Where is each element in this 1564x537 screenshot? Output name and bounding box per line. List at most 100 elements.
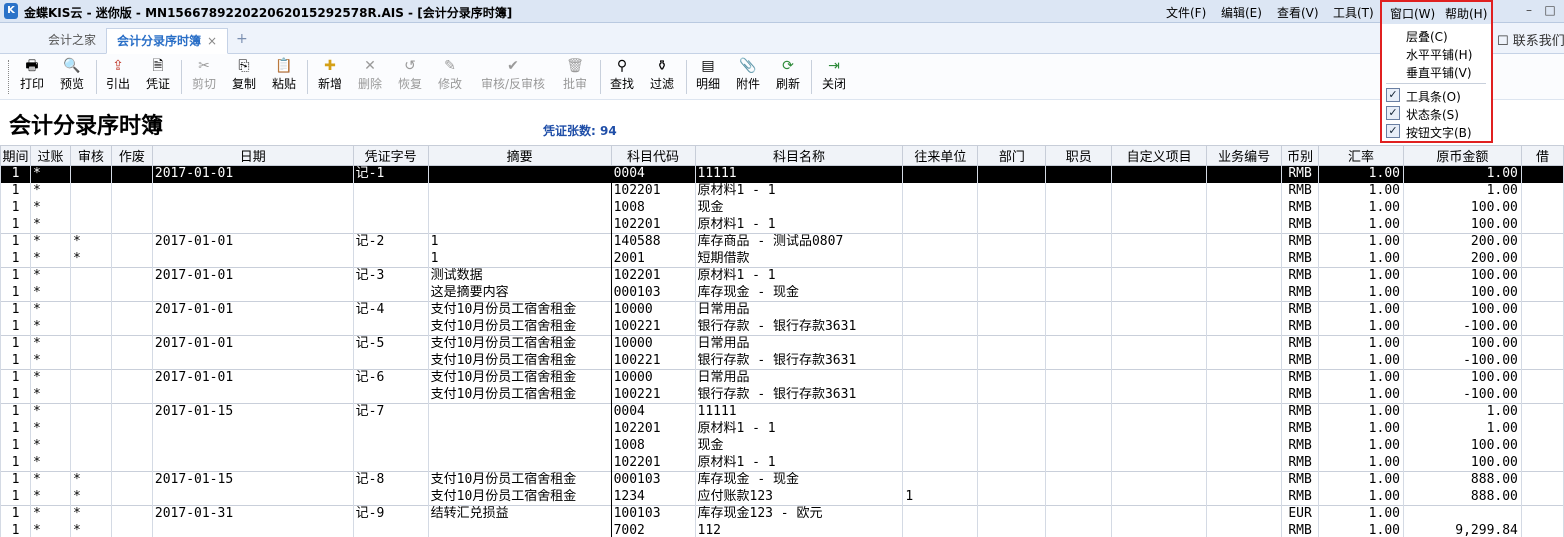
edit-button[interactable]: ✎ 修改 xyxy=(434,56,466,96)
table-cell[interactable]: 1.00 xyxy=(1318,403,1404,421)
table-cell[interactable]: * xyxy=(29,216,71,234)
table-cell[interactable] xyxy=(902,267,979,285)
col-header[interactable]: 自定义项目 xyxy=(1111,145,1208,166)
table-row[interactable]: 1 * 支付10月份员工宿舍租金 100221 银行存款 - 银行存款3631 RMB 1.… xyxy=(0,386,1564,404)
table-row[interactable]: 1 * 102201 原材料1 - 1 RMB 1.00 1.00 xyxy=(0,420,1564,438)
table-cell[interactable] xyxy=(1045,267,1113,285)
table-cell[interactable] xyxy=(1206,386,1283,404)
table-cell[interactable]: * xyxy=(29,182,71,200)
col-header[interactable]: 借 xyxy=(1520,145,1564,166)
table-cell[interactable]: RMB xyxy=(1281,318,1320,336)
table-cell[interactable]: 支付10月份员工宿舍租金 xyxy=(427,335,612,353)
table-cell[interactable] xyxy=(977,352,1047,370)
table-cell[interactable] xyxy=(1111,335,1208,353)
table-row[interactable]: 1 * * 2017-01-15 记-8 支付10月份员工宿舍租金 000103 库存现金 -… xyxy=(0,471,1564,489)
table-row[interactable]: 1 * 2017-01-01 记-4 支付10月份员工宿舍租金 10000 日常用品 RMB 1… xyxy=(0,301,1564,319)
table-cell[interactable] xyxy=(352,284,429,302)
table-cell[interactable]: RMB xyxy=(1281,403,1320,421)
table-cell[interactable] xyxy=(69,369,112,387)
table-cell[interactable] xyxy=(352,216,429,234)
table-cell[interactable] xyxy=(1520,522,1564,537)
table-cell[interactable] xyxy=(1111,216,1208,234)
table-cell[interactable]: * xyxy=(29,488,71,506)
table-cell[interactable] xyxy=(352,522,429,537)
table-cell[interactable]: 1.00 xyxy=(1318,335,1404,353)
table-cell[interactable] xyxy=(69,199,112,217)
table-cell[interactable] xyxy=(110,403,153,421)
table-cell[interactable] xyxy=(69,165,112,183)
table-cell[interactable]: 0004 xyxy=(610,403,696,421)
table-cell[interactable]: 7002 xyxy=(610,522,696,537)
paste-button[interactable]: 📋 粘贴 xyxy=(268,56,300,96)
table-cell[interactable]: * xyxy=(29,471,71,489)
table-cell[interactable] xyxy=(110,250,153,268)
table-cell[interactable] xyxy=(427,454,612,472)
col-header[interactable]: 原币金额 xyxy=(1402,145,1522,166)
table-cell[interactable]: 银行存款 - 银行存款3631 xyxy=(694,318,904,336)
table-cell[interactable]: 1 xyxy=(0,403,31,421)
table-cell[interactable]: 10000 xyxy=(610,301,696,319)
table-cell[interactable] xyxy=(1111,369,1208,387)
table-cell[interactable] xyxy=(902,522,979,537)
table-cell[interactable]: RMB xyxy=(1281,233,1320,251)
table-cell[interactable] xyxy=(352,318,429,336)
table-cell[interactable]: 1 xyxy=(902,488,979,506)
table-row[interactable]: 1 * 支付10月份员工宿舍租金 100221 银行存款 - 银行存款3631 RMB 1.… xyxy=(0,352,1564,370)
table-cell[interactable]: 1.00 xyxy=(1318,318,1404,336)
table-cell[interactable]: 1.00 xyxy=(1318,182,1404,200)
table-cell[interactable] xyxy=(1111,352,1208,370)
table-cell[interactable]: * xyxy=(29,505,71,523)
table-cell[interactable]: * xyxy=(29,301,71,319)
table-cell[interactable] xyxy=(1045,250,1113,268)
table-cell[interactable] xyxy=(151,284,354,302)
table-cell[interactable] xyxy=(110,233,153,251)
table-cell[interactable]: 2017-01-01 xyxy=(151,301,354,319)
table-cell[interactable]: * xyxy=(69,488,112,506)
copy-button[interactable]: ⎘ 复制 xyxy=(228,56,260,96)
table-cell[interactable]: * xyxy=(29,454,71,472)
table-cell[interactable]: RMB xyxy=(1281,267,1320,285)
menu-edit[interactable]: 编辑(E) xyxy=(1221,4,1262,21)
table-cell[interactable] xyxy=(352,182,429,200)
table-cell[interactable] xyxy=(1520,267,1564,285)
table-cell[interactable] xyxy=(977,301,1047,319)
table-row[interactable]: 1 * * 7002 112 RMB 1.00 9,299.84 xyxy=(0,522,1564,537)
table-cell[interactable] xyxy=(902,454,979,472)
table-cell[interactable]: 1 xyxy=(0,199,31,217)
table-cell[interactable] xyxy=(69,182,112,200)
table-cell[interactable] xyxy=(352,250,429,268)
table-cell[interactable] xyxy=(1520,335,1564,353)
table-cell[interactable]: 1.00 xyxy=(1402,403,1522,421)
table-cell[interactable] xyxy=(1520,284,1564,302)
table-cell[interactable]: * xyxy=(29,199,71,217)
table-cell[interactable] xyxy=(1045,522,1113,537)
table-cell[interactable] xyxy=(427,199,612,217)
table-cell[interactable]: 100.00 xyxy=(1402,284,1522,302)
table-cell[interactable] xyxy=(1206,471,1283,489)
table-cell[interactable]: 200.00 xyxy=(1402,233,1522,251)
table-cell[interactable] xyxy=(1206,488,1283,506)
table-row[interactable]: 1 * 1008 现金 RMB 1.00 100.00 xyxy=(0,437,1564,455)
table-cell[interactable]: 1.00 xyxy=(1318,437,1404,455)
table-cell[interactable] xyxy=(69,454,112,472)
table-cell[interactable] xyxy=(1206,420,1283,438)
batch-approve-button[interactable]: 🗑 批审 xyxy=(558,56,592,96)
table-cell[interactable]: RMB xyxy=(1281,284,1320,302)
table-cell[interactable] xyxy=(902,386,979,404)
voucher-button[interactable]: 🗎 凭证 xyxy=(142,56,174,96)
table-cell[interactable] xyxy=(69,284,112,302)
table-cell[interactable] xyxy=(110,318,153,336)
table-cell[interactable] xyxy=(1045,284,1113,302)
col-header[interactable]: 往来单位 xyxy=(902,145,979,166)
table-cell[interactable] xyxy=(1520,352,1564,370)
table-cell[interactable]: 100221 xyxy=(610,352,696,370)
table-cell[interactable] xyxy=(1045,505,1113,523)
table-cell[interactable]: 1.00 xyxy=(1402,420,1522,438)
table-cell[interactable]: 原材料1 - 1 xyxy=(694,216,904,234)
table-cell[interactable] xyxy=(110,165,153,183)
table-cell[interactable]: 记-6 xyxy=(352,369,429,387)
table-cell[interactable] xyxy=(151,420,354,438)
table-cell[interactable]: 支付10月份员工宿舍租金 xyxy=(427,318,612,336)
menu-file[interactable]: 文件(F) xyxy=(1166,4,1206,21)
col-header[interactable]: 作废 xyxy=(110,145,153,166)
